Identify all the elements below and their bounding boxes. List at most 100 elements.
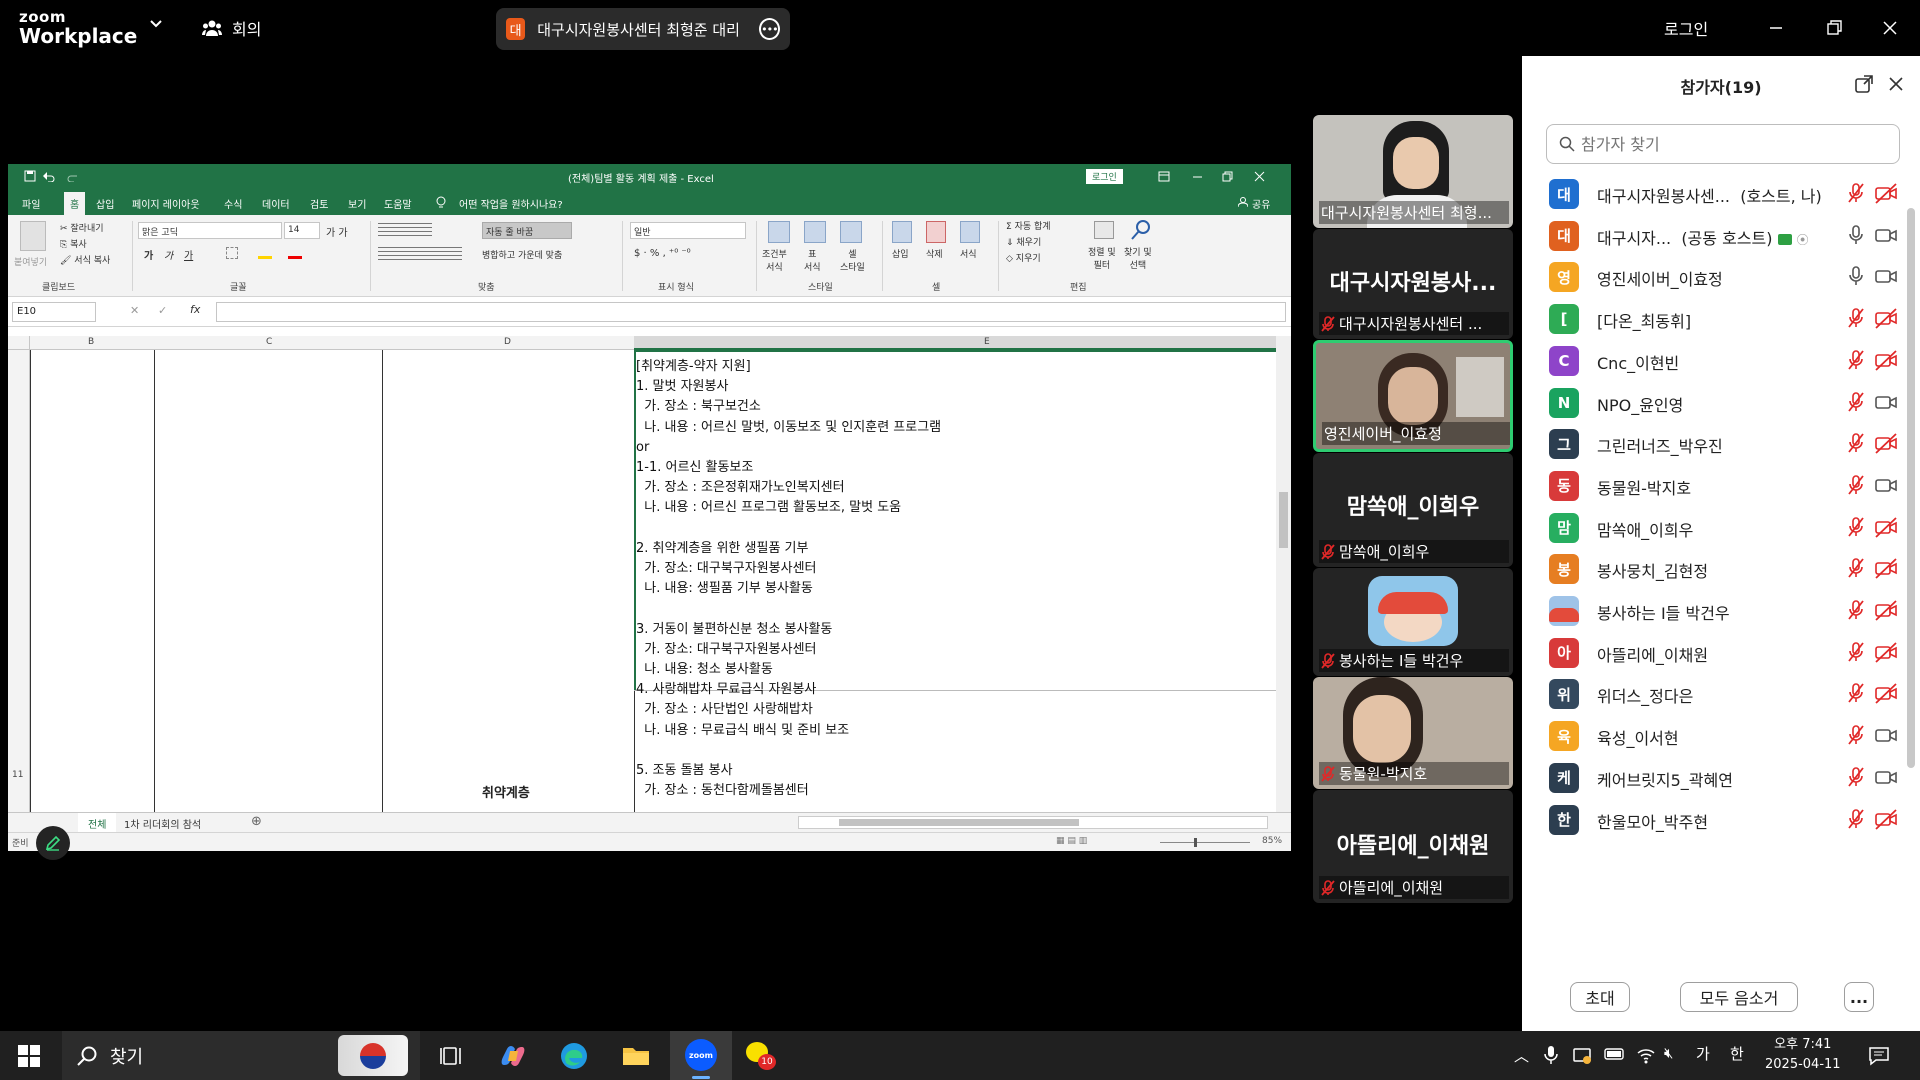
border-icon[interactable]: [226, 247, 238, 259]
zoom-logo[interactable]: zoom Workplace: [19, 10, 137, 48]
video-tile-momssokae[interactable]: 맘쏙애_이희우 맘쏙애_이희우: [1313, 453, 1513, 567]
edge-browser-icon[interactable]: [557, 1039, 591, 1073]
participant-camera-toggle[interactable]: [1875, 307, 1897, 329]
select-all-corner[interactable]: [8, 336, 30, 350]
participant-mic-toggle[interactable]: [1847, 432, 1865, 454]
pop-out-icon[interactable]: [1854, 74, 1874, 94]
cell-e11[interactable]: [취약계층-약자 지원] 1. 말벗 자원봉사 가. 장소 : 북구보건소 나.…: [636, 357, 941, 801]
more-button[interactable]: ...: [1844, 982, 1874, 1012]
format-painter-button[interactable]: 🖌 서식 복사: [60, 253, 110, 266]
participant-camera-toggle[interactable]: [1875, 557, 1897, 579]
mute-all-button[interactable]: 모두 음소거: [1680, 982, 1798, 1012]
search-input[interactable]: [1581, 134, 1881, 154]
participant-mic-toggle[interactable]: [1847, 724, 1865, 746]
horizontal-scrollbar[interactable]: [798, 816, 1268, 829]
participant-camera-toggle[interactable]: [1875, 766, 1897, 788]
column-header-d[interactable]: D: [504, 337, 511, 347]
chevron-down-icon[interactable]: [150, 20, 162, 28]
participant-camera-toggle[interactable]: [1875, 391, 1897, 413]
number-format-select[interactable]: 일반: [630, 222, 746, 239]
paste-icon[interactable]: [20, 221, 46, 251]
cell-style-icon[interactable]: [840, 221, 862, 243]
search-highlight-flag-image[interactable]: [338, 1035, 408, 1076]
fill-color-icon[interactable]: [258, 245, 272, 259]
share-button[interactable]: 공유: [1252, 196, 1270, 211]
tab-view[interactable]: 보기: [348, 196, 366, 211]
system-clock[interactable]: 오후 7:41 2025-04-11: [1765, 1035, 1841, 1075]
participant-row[interactable]: 한 한울모아_박주현: [1522, 794, 1906, 845]
participant-mic-toggle[interactable]: [1847, 808, 1865, 830]
font-size-select[interactable]: 14: [284, 222, 320, 239]
wifi-icon[interactable]: [1636, 1045, 1656, 1065]
function-icon[interactable]: fx: [190, 303, 200, 316]
tab-formulas[interactable]: 수식: [224, 196, 242, 211]
column-header-b[interactable]: B: [88, 337, 94, 347]
zoom-taskbar-active[interactable]: zoom: [670, 1031, 732, 1080]
file-explorer-icon[interactable]: [619, 1039, 653, 1073]
tab-insert[interactable]: 삽입: [96, 196, 114, 211]
formula-input[interactable]: [216, 302, 1286, 322]
participant-search[interactable]: [1546, 124, 1900, 164]
restore-icon[interactable]: [1820, 14, 1848, 42]
annotate-pen-button[interactable]: [36, 826, 70, 860]
panel-scrollbar[interactable]: [1907, 168, 1915, 964]
italic-button[interactable]: 가: [164, 247, 173, 262]
delete-cells-icon[interactable]: [926, 221, 946, 243]
cancel-icon[interactable]: ✕: [130, 304, 139, 317]
participant-mic-toggle[interactable]: [1847, 224, 1865, 246]
sheet-tab-leader-meeting[interactable]: 1차 리더회의 참석: [124, 816, 201, 831]
video-tile-atelier[interactable]: 아뜰리에_이채원 아뜰리에_이채원: [1313, 790, 1513, 903]
copy-button[interactable]: ⎘ 복사: [60, 237, 87, 250]
autosum-button[interactable]: Σ 자동 합계: [1006, 219, 1051, 232]
kakaotalk-icon[interactable]: 10: [746, 1040, 776, 1070]
participant-mic-toggle[interactable]: [1847, 682, 1865, 704]
participant-mic-toggle[interactable]: [1847, 265, 1865, 287]
horizontal-align-icons[interactable]: [378, 247, 462, 261]
participant-camera-toggle[interactable]: [1875, 432, 1897, 454]
close-panel-icon[interactable]: [1888, 76, 1904, 92]
video-tile-host[interactable]: 대구시자원봉사센터 최형...: [1313, 115, 1513, 228]
video-tile-zoo[interactable]: 동물원-박지호: [1313, 677, 1513, 789]
table-format-icon[interactable]: [804, 221, 826, 243]
mic-tray-icon[interactable]: [1544, 1045, 1558, 1065]
participant-mic-toggle[interactable]: [1847, 474, 1865, 496]
zoom-slider[interactable]: [1160, 842, 1250, 843]
participant-camera-toggle[interactable]: [1875, 599, 1897, 621]
tab-home[interactable]: 홈: [64, 192, 86, 215]
merge-center-button[interactable]: 병합하고 가운데 맞춤: [482, 248, 562, 261]
font-color-icon[interactable]: [288, 245, 302, 259]
participant-camera-toggle[interactable]: [1875, 182, 1897, 204]
excel-login-button[interactable]: 로그인: [1086, 169, 1123, 184]
taskbar-search[interactable]: 찾기: [62, 1031, 420, 1080]
participant-camera-toggle[interactable]: [1875, 516, 1897, 538]
notification-chat-icon[interactable]: [1868, 1046, 1890, 1066]
task-view-icon[interactable]: [436, 1039, 470, 1073]
meeting-menu-button[interactable]: 회의: [202, 16, 261, 40]
invite-button[interactable]: 초대: [1570, 982, 1630, 1012]
cell-d11[interactable]: 취약계층: [482, 782, 530, 801]
h-scroll-thumb[interactable]: [839, 819, 1079, 826]
battery-icon[interactable]: [1604, 1047, 1626, 1061]
participant-camera-toggle[interactable]: [1875, 641, 1897, 663]
find-icon[interactable]: [1130, 219, 1152, 241]
participant-mic-toggle[interactable]: [1847, 599, 1865, 621]
zoom-slider-thumb[interactable]: [1194, 838, 1197, 847]
participant-camera-toggle[interactable]: [1875, 474, 1897, 496]
insert-cells-icon[interactable]: [892, 221, 912, 243]
network-warning-icon[interactable]: [1572, 1045, 1592, 1065]
tab-data[interactable]: 데이터: [262, 196, 290, 211]
wrap-text-button[interactable]: 자동 줄 바꿈: [482, 222, 572, 239]
video-tile-center[interactable]: 대구시자원봉사... 대구시자원봉사센터 ...: [1313, 229, 1513, 339]
format-cells-icon[interactable]: [960, 221, 980, 243]
windows-start-icon[interactable]: [18, 1045, 40, 1067]
column-header-e[interactable]: E: [984, 337, 990, 347]
tell-me-box[interactable]: 어떤 작업을 원하시나요?: [459, 196, 563, 211]
participant-mic-toggle[interactable]: [1847, 557, 1865, 579]
participant-mic-toggle[interactable]: [1847, 182, 1865, 204]
tab-review[interactable]: 검토: [310, 196, 328, 211]
video-tile-bongsa[interactable]: 봉사하는 I들 박건우: [1313, 568, 1513, 676]
participant-mic-toggle[interactable]: [1847, 307, 1865, 329]
fill-button[interactable]: ⇓ 채우기: [1006, 235, 1041, 248]
participant-camera-toggle[interactable]: [1875, 265, 1897, 287]
participant-camera-toggle[interactable]: [1875, 724, 1897, 746]
